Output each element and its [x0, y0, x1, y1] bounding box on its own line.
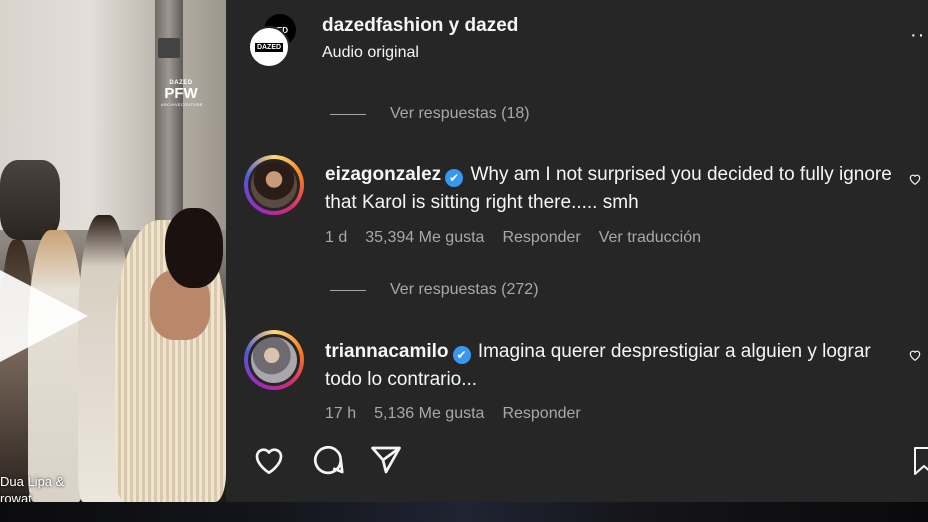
video-audience: [0, 160, 60, 240]
comment-time: 1 d: [325, 229, 348, 246]
verified-icon: ✔: [452, 346, 471, 364]
video-pillar: [155, 0, 183, 230]
audio-link[interactable]: Audio original: [322, 44, 419, 62]
post-actions: [250, 442, 404, 478]
avatar-label: DAZED: [254, 42, 284, 52]
replies-divider: [330, 289, 366, 291]
view-replies-label: Ver respuestas (18): [390, 105, 530, 122]
video-person-head: [165, 208, 223, 288]
post-authors[interactable]: dazedfashion y dazed: [322, 15, 518, 37]
replies-divider: [330, 113, 366, 115]
save-icon[interactable]: [912, 446, 928, 481]
verified-icon: ✔: [445, 169, 464, 187]
play-icon[interactable]: [0, 270, 88, 362]
comment-likes[interactable]: 5,136 Me gusta: [374, 405, 484, 423]
comment-time: 17 h: [325, 405, 357, 422]
bottom-video-strip: [0, 502, 928, 522]
avatar-photo: [251, 162, 297, 208]
view-replies-label: Ver respuestas (272): [390, 281, 539, 298]
watermark-big: PFW: [164, 85, 198, 102]
comment-likes[interactable]: 35,394 Me gusta: [365, 229, 484, 247]
avatar-dazedfashion[interactable]: DAZED: [248, 26, 290, 68]
author-avatars[interactable]: ZED DAZED: [248, 14, 300, 68]
comment-body: triannacamilo ✔ Imagina querer desprestig…: [325, 338, 895, 394]
comment-meta: 1 d 35,394 Me gusta Responder Ver traduc…: [325, 229, 701, 247]
more-options-icon[interactable]: ··: [910, 24, 925, 47]
reply-button[interactable]: Responder: [502, 229, 580, 247]
video-pillar-cap: [158, 38, 180, 58]
comment-like-icon[interactable]: [908, 172, 922, 186]
comment-meta: 17 h 5,136 Me gusta Responder: [325, 405, 581, 423]
comment-icon[interactable]: [310, 442, 346, 478]
video-watermark: DAZED PFW ARCHIVECOUTURE: [161, 80, 203, 107]
like-icon[interactable]: [250, 442, 288, 478]
avatar-photo: [251, 337, 297, 383]
share-icon[interactable]: [368, 442, 404, 478]
watermark-tiny: ARCHIVECOUTURE: [161, 102, 203, 107]
video-caption: Dua Lipa & rowat: [0, 473, 64, 502]
comment-body: eizagonzalez ✔ Why am I not surprised you…: [325, 161, 895, 217]
video-caption-line: rowat: [0, 491, 32, 502]
post-panel: ZED DAZED dazedfashion y dazed Audio ori…: [226, 0, 928, 502]
video-caption-line: Dua Lipa &: [0, 474, 65, 489]
comment-avatar[interactable]: [244, 330, 304, 390]
reply-button[interactable]: Responder: [502, 405, 580, 423]
view-replies-button[interactable]: Ver respuestas (272): [330, 281, 539, 299]
comment-avatar[interactable]: [244, 155, 304, 215]
comment-username[interactable]: triannacamilo: [325, 341, 449, 362]
comment-username[interactable]: eizagonzalez: [325, 164, 441, 185]
view-replies-button[interactable]: Ver respuestas (18): [330, 105, 530, 123]
comment-like-icon[interactable]: [908, 348, 922, 362]
video-player[interactable]: DAZED PFW ARCHIVECOUTURE Dua Lipa & rowa…: [0, 0, 226, 502]
translate-button[interactable]: Ver traducción: [599, 229, 701, 247]
